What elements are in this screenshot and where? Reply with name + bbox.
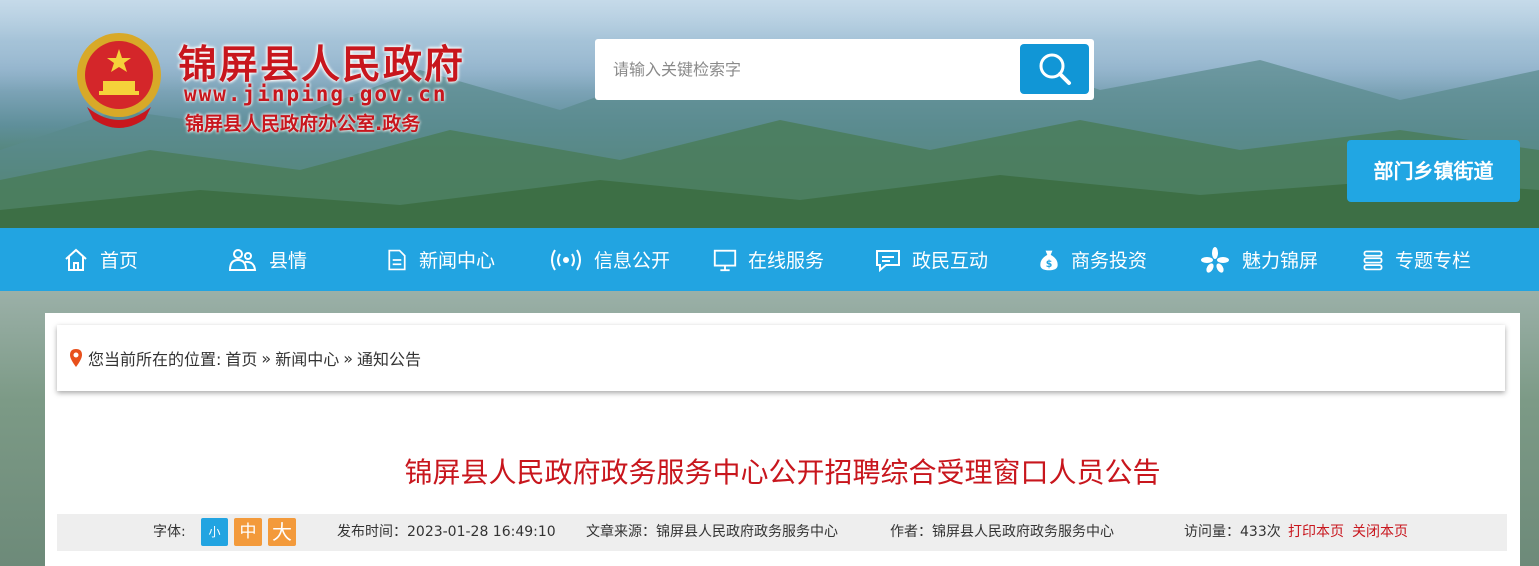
search-icon (1039, 53, 1071, 85)
nav-item-business-investment[interactable]: $ 商务投资 (1037, 228, 1147, 291)
department-township-button[interactable]: 部门乡镇街道 (1347, 140, 1520, 202)
breadcrumb-link-home[interactable]: 首页 (225, 346, 257, 370)
national-emblem-icon (77, 33, 161, 128)
nav-item-interaction[interactable]: 政民互动 (874, 228, 988, 291)
nav-item-charm-jinping[interactable]: 魅力锦屏 (1198, 228, 1318, 291)
nav-item-home[interactable]: 首页 (62, 228, 138, 291)
breadcrumb-separator: » (343, 348, 354, 368)
nav-label: 信息公开 (594, 250, 671, 272)
font-size-large-button[interactable]: 大 (268, 518, 296, 546)
nav-label: 新闻中心 (419, 250, 496, 272)
people-icon (228, 248, 257, 271)
nav-label: 魅力锦屏 (1242, 250, 1319, 272)
nav-label: 商务投资 (1071, 250, 1148, 272)
stack-icon (1363, 250, 1383, 270)
svg-text:$: $ (1046, 258, 1053, 269)
search-box (595, 39, 1094, 100)
font-size-medium-button[interactable]: 中 (234, 518, 262, 546)
article-title: 锦屏县人民政府政务服务中心公开招聘综合受理窗口人员公告 (404, 456, 1161, 489)
site-url: www.jinping.gov.cn (184, 82, 448, 106)
document-icon (388, 249, 406, 270)
nav-item-online-service[interactable]: 在线服务 (712, 228, 824, 291)
home-icon (65, 248, 87, 271)
broadcast-icon (551, 248, 581, 271)
header-banner: 锦屏县人民政府 www.jinping.gov.cn 锦屏县人民政府办公室.政务… (0, 0, 1539, 228)
font-size-label: 字体: (153, 524, 186, 540)
nav-item-county-info[interactable]: 县情 (225, 228, 307, 291)
print-page-link[interactable]: 打印本页 (1288, 514, 1344, 551)
nav-item-special-topics[interactable]: 专题专栏 (1361, 228, 1471, 291)
breadcrumb-link-news-center[interactable]: 新闻中心 (275, 346, 339, 370)
nav-item-info-disclosure[interactable]: 信息公开 (548, 228, 670, 291)
nav-item-news-center[interactable]: 新闻中心 (385, 228, 495, 291)
nav-label: 专题专栏 (1395, 250, 1472, 272)
close-page-link[interactable]: 关闭本页 (1352, 514, 1408, 551)
main-nav: 首页 县情 新闻中心 信息公开 在线服务 政民互动 $ 商务投资 魅力锦屏 专题… (0, 228, 1539, 291)
site-subtitle: 锦屏县人民政府办公室.政务 (185, 113, 421, 135)
article-source: 文章来源：锦屏县人民政府政务服务中心 (586, 524, 838, 540)
breadcrumb-link-notices[interactable]: 通知公告 (357, 346, 421, 370)
breadcrumb-separator: » (261, 348, 272, 368)
nav-label: 在线服务 (748, 250, 825, 272)
search-button[interactable] (1020, 44, 1089, 94)
content-panel: 您当前所在的位置: 首页 » 新闻中心 » 通知公告 锦屏县人民政府政务服务中心… (45, 313, 1520, 566)
money-bag-icon: $ (1040, 250, 1058, 270)
view-count: 访问量：433次 (1184, 524, 1281, 540)
location-pin-icon (70, 349, 82, 367)
nav-label: 政民互动 (912, 250, 989, 272)
flower-icon (1201, 246, 1229, 273)
search-input[interactable] (595, 39, 1005, 100)
article-meta-bar: 字体: 小 中 大 发布时间：2023-01-28 16:49:10 文章来源：… (57, 514, 1507, 551)
font-size-small-button[interactable]: 小 (201, 518, 228, 546)
breadcrumb-prefix: 您当前所在的位置: (88, 350, 222, 369)
nav-label: 首页 (100, 250, 139, 272)
article-author: 作者：锦屏县人民政府政务服务中心 (890, 524, 1114, 540)
nav-label: 县情 (269, 250, 308, 272)
chat-icon (876, 249, 900, 272)
publish-time: 发布时间：2023-01-28 16:49:10 (337, 524, 556, 540)
breadcrumb: 您当前所在的位置: 首页 » 新闻中心 » 通知公告 (57, 325, 1505, 391)
monitor-icon (713, 249, 737, 271)
